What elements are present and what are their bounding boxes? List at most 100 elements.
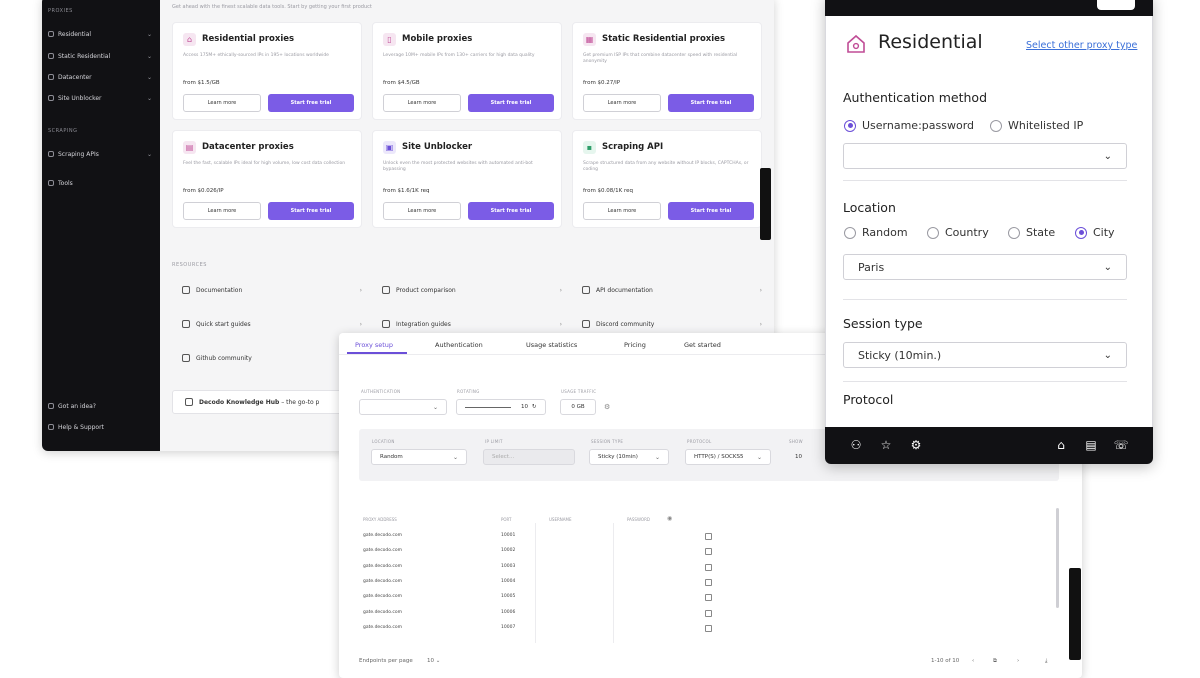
radio-unselected[interactable] <box>990 119 1002 132</box>
radio-state[interactable]: State <box>1008 226 1055 239</box>
learn-more-button[interactable]: Learn more <box>583 94 661 112</box>
resource-api-documentation[interactable]: API documentation › <box>582 283 762 297</box>
learn-more-button[interactable]: Learn more <box>383 94 461 112</box>
start-trial-button[interactable]: Start free trial <box>468 94 554 112</box>
start-trial-button[interactable]: Start free trial <box>268 94 354 112</box>
copy-icon[interactable] <box>705 533 712 540</box>
radio-selected[interactable] <box>844 119 856 132</box>
sidebar-item-site-unblocker[interactable]: Site Unblocker ⌄ <box>48 93 152 103</box>
tab-pricing[interactable]: Pricing <box>624 341 646 349</box>
documentation-side-tab[interactable] <box>760 168 771 240</box>
learn-more-button[interactable]: Learn more <box>183 94 261 112</box>
next-page-icon[interactable]: › <box>1017 658 1019 664</box>
auth-select[interactable]: ⌄ <box>843 143 1127 169</box>
learn-more-button[interactable]: Learn more <box>383 202 461 220</box>
sidebar-item-label: Site Unblocker <box>58 94 102 102</box>
learn-more-button[interactable]: Learn more <box>183 202 261 220</box>
refresh-icon[interactable]: ↻ <box>532 404 537 410</box>
chat-icon[interactable]: ☏ <box>1114 438 1129 452</box>
eye-icon[interactable]: ◉ <box>667 515 672 522</box>
resource-integration-guides[interactable]: Integration guides › <box>382 317 562 331</box>
card-price: from $1.5/GB <box>183 80 220 86</box>
select-other-proxy-link[interactable]: Select other proxy type <box>1026 40 1137 51</box>
home-icon[interactable]: ⌂ <box>1054 438 1068 452</box>
protocol-select[interactable]: HTTP(S) / SOCKS5 ⌄ <box>685 449 771 465</box>
users-icon[interactable]: ⚇ <box>849 438 863 452</box>
learn-more-button[interactable]: Learn more <box>583 202 661 220</box>
radio-username-password[interactable]: Username:password <box>844 119 974 132</box>
copy-all-icon[interactable]: ⧉ <box>993 658 997 665</box>
session-type-value: Sticky (10min.) <box>858 348 942 362</box>
session-label: SESSION TYPE <box>591 439 624 444</box>
radio-unselected[interactable] <box>1008 226 1020 239</box>
copy-icon[interactable] <box>705 548 712 556</box>
start-trial-button[interactable]: Start free trial <box>668 94 754 112</box>
session-value: Sticky (10min) <box>598 454 638 460</box>
rotation-slider[interactable]: 10 ↻ <box>456 399 546 415</box>
building-icon: ▦ <box>583 33 596 46</box>
copy-icon[interactable] <box>705 563 712 571</box>
radio-label: Whitelisted IP <box>1008 119 1084 132</box>
city-select[interactable]: Paris ⌄ <box>843 254 1127 280</box>
count-value[interactable]: 10 <box>787 449 823 465</box>
knowledge-hub-banner[interactable]: Decodo Knowledge Hub – the go-to p <box>172 390 362 414</box>
table-scrollbar[interactable] <box>1056 508 1059 608</box>
settings-gear-icon[interactable]: ⚙ <box>604 403 610 411</box>
resource-quick-start[interactable]: Quick start guides › <box>182 317 362 331</box>
copy-icon[interactable] <box>705 594 712 602</box>
tab-proxy-setup[interactable]: Proxy setup <box>355 341 393 349</box>
copy-icon[interactable] <box>705 609 712 617</box>
card-title: Residential proxies <box>202 34 295 44</box>
prev-page-icon[interactable]: ‹ <box>972 658 974 664</box>
sidebar-item-help[interactable]: Help & Support <box>48 422 152 432</box>
resource-documentation[interactable]: Documentation › <box>182 283 362 297</box>
radio-country[interactable]: Country <box>927 226 989 239</box>
tab-usage-statistics[interactable]: Usage statistics <box>526 341 577 349</box>
protocol-heading: Protocol <box>843 392 894 407</box>
header-button[interactable] <box>1097 0 1135 10</box>
resource-discord[interactable]: Discord community › <box>582 317 762 331</box>
resource-github[interactable]: Github community <box>182 351 362 365</box>
radio-random[interactable]: Random <box>844 226 908 239</box>
copy-icon[interactable] <box>705 624 712 632</box>
tab-authentication[interactable]: Authentication <box>435 341 483 349</box>
chevron-right-icon: › <box>559 320 562 328</box>
radio-unselected[interactable] <box>927 226 939 239</box>
radio-city[interactable]: City <box>1075 226 1115 239</box>
card-title: Site Unblocker <box>402 142 473 152</box>
radio-selected[interactable] <box>1075 226 1087 239</box>
documentation-side-tab-2[interactable] <box>1069 568 1081 660</box>
star-icon[interactable]: ☆ <box>879 438 893 452</box>
sidebar-item-residential[interactable]: Residential ⌄ <box>48 29 152 39</box>
session-type-select[interactable]: Sticky (10min.) ⌄ <box>843 342 1127 368</box>
protocol-label: PROTOCOL <box>687 439 712 444</box>
sidebar-item-datacenter[interactable]: Datacenter ⌄ <box>48 72 152 82</box>
radio-whitelisted-ip[interactable]: Whitelisted IP <box>990 119 1083 132</box>
gear-icon[interactable]: ⚙ <box>909 438 923 452</box>
integration-icon <box>382 320 390 328</box>
copy-icon[interactable] <box>705 578 712 586</box>
rows-label: SHOW <box>789 439 803 444</box>
sidebar-item-static-residential[interactable]: Static Residential ⌄ <box>48 51 152 61</box>
col-port: PORT <box>501 517 512 522</box>
tab-get-started[interactable]: Get started <box>684 341 721 349</box>
tools-icon <box>48 180 54 186</box>
sidebar-item-tools[interactable]: Tools <box>48 178 152 188</box>
resource-product-comparison[interactable]: Product comparison › <box>382 283 562 297</box>
sidebar-section-scraping: SCRAPING <box>48 128 78 134</box>
location-select[interactable]: Random ⌄ <box>371 449 467 465</box>
sidebar-item-scraping-apis[interactable]: Scraping APIs ⌄ <box>48 149 152 159</box>
per-page-select[interactable]: 10 ⌄ <box>427 658 440 664</box>
start-trial-button[interactable]: Start free trial <box>468 202 554 220</box>
panel-header-bar <box>825 0 1153 16</box>
start-trial-button[interactable]: Start free trial <box>668 202 754 220</box>
city-select[interactable]: Select... <box>483 449 575 465</box>
document-icon[interactable]: ▤ <box>1084 438 1098 452</box>
sidebar-item-idea[interactable]: Got an idea? <box>48 401 152 411</box>
chevron-down-icon: ⌄ <box>432 403 438 411</box>
start-trial-button[interactable]: Start free trial <box>268 202 354 220</box>
authentication-select[interactable]: ⌄ <box>359 399 447 415</box>
download-icon[interactable]: ⤓ <box>1045 658 1047 665</box>
session-select[interactable]: Sticky (10min) ⌄ <box>589 449 669 465</box>
radio-unselected[interactable] <box>844 226 856 239</box>
